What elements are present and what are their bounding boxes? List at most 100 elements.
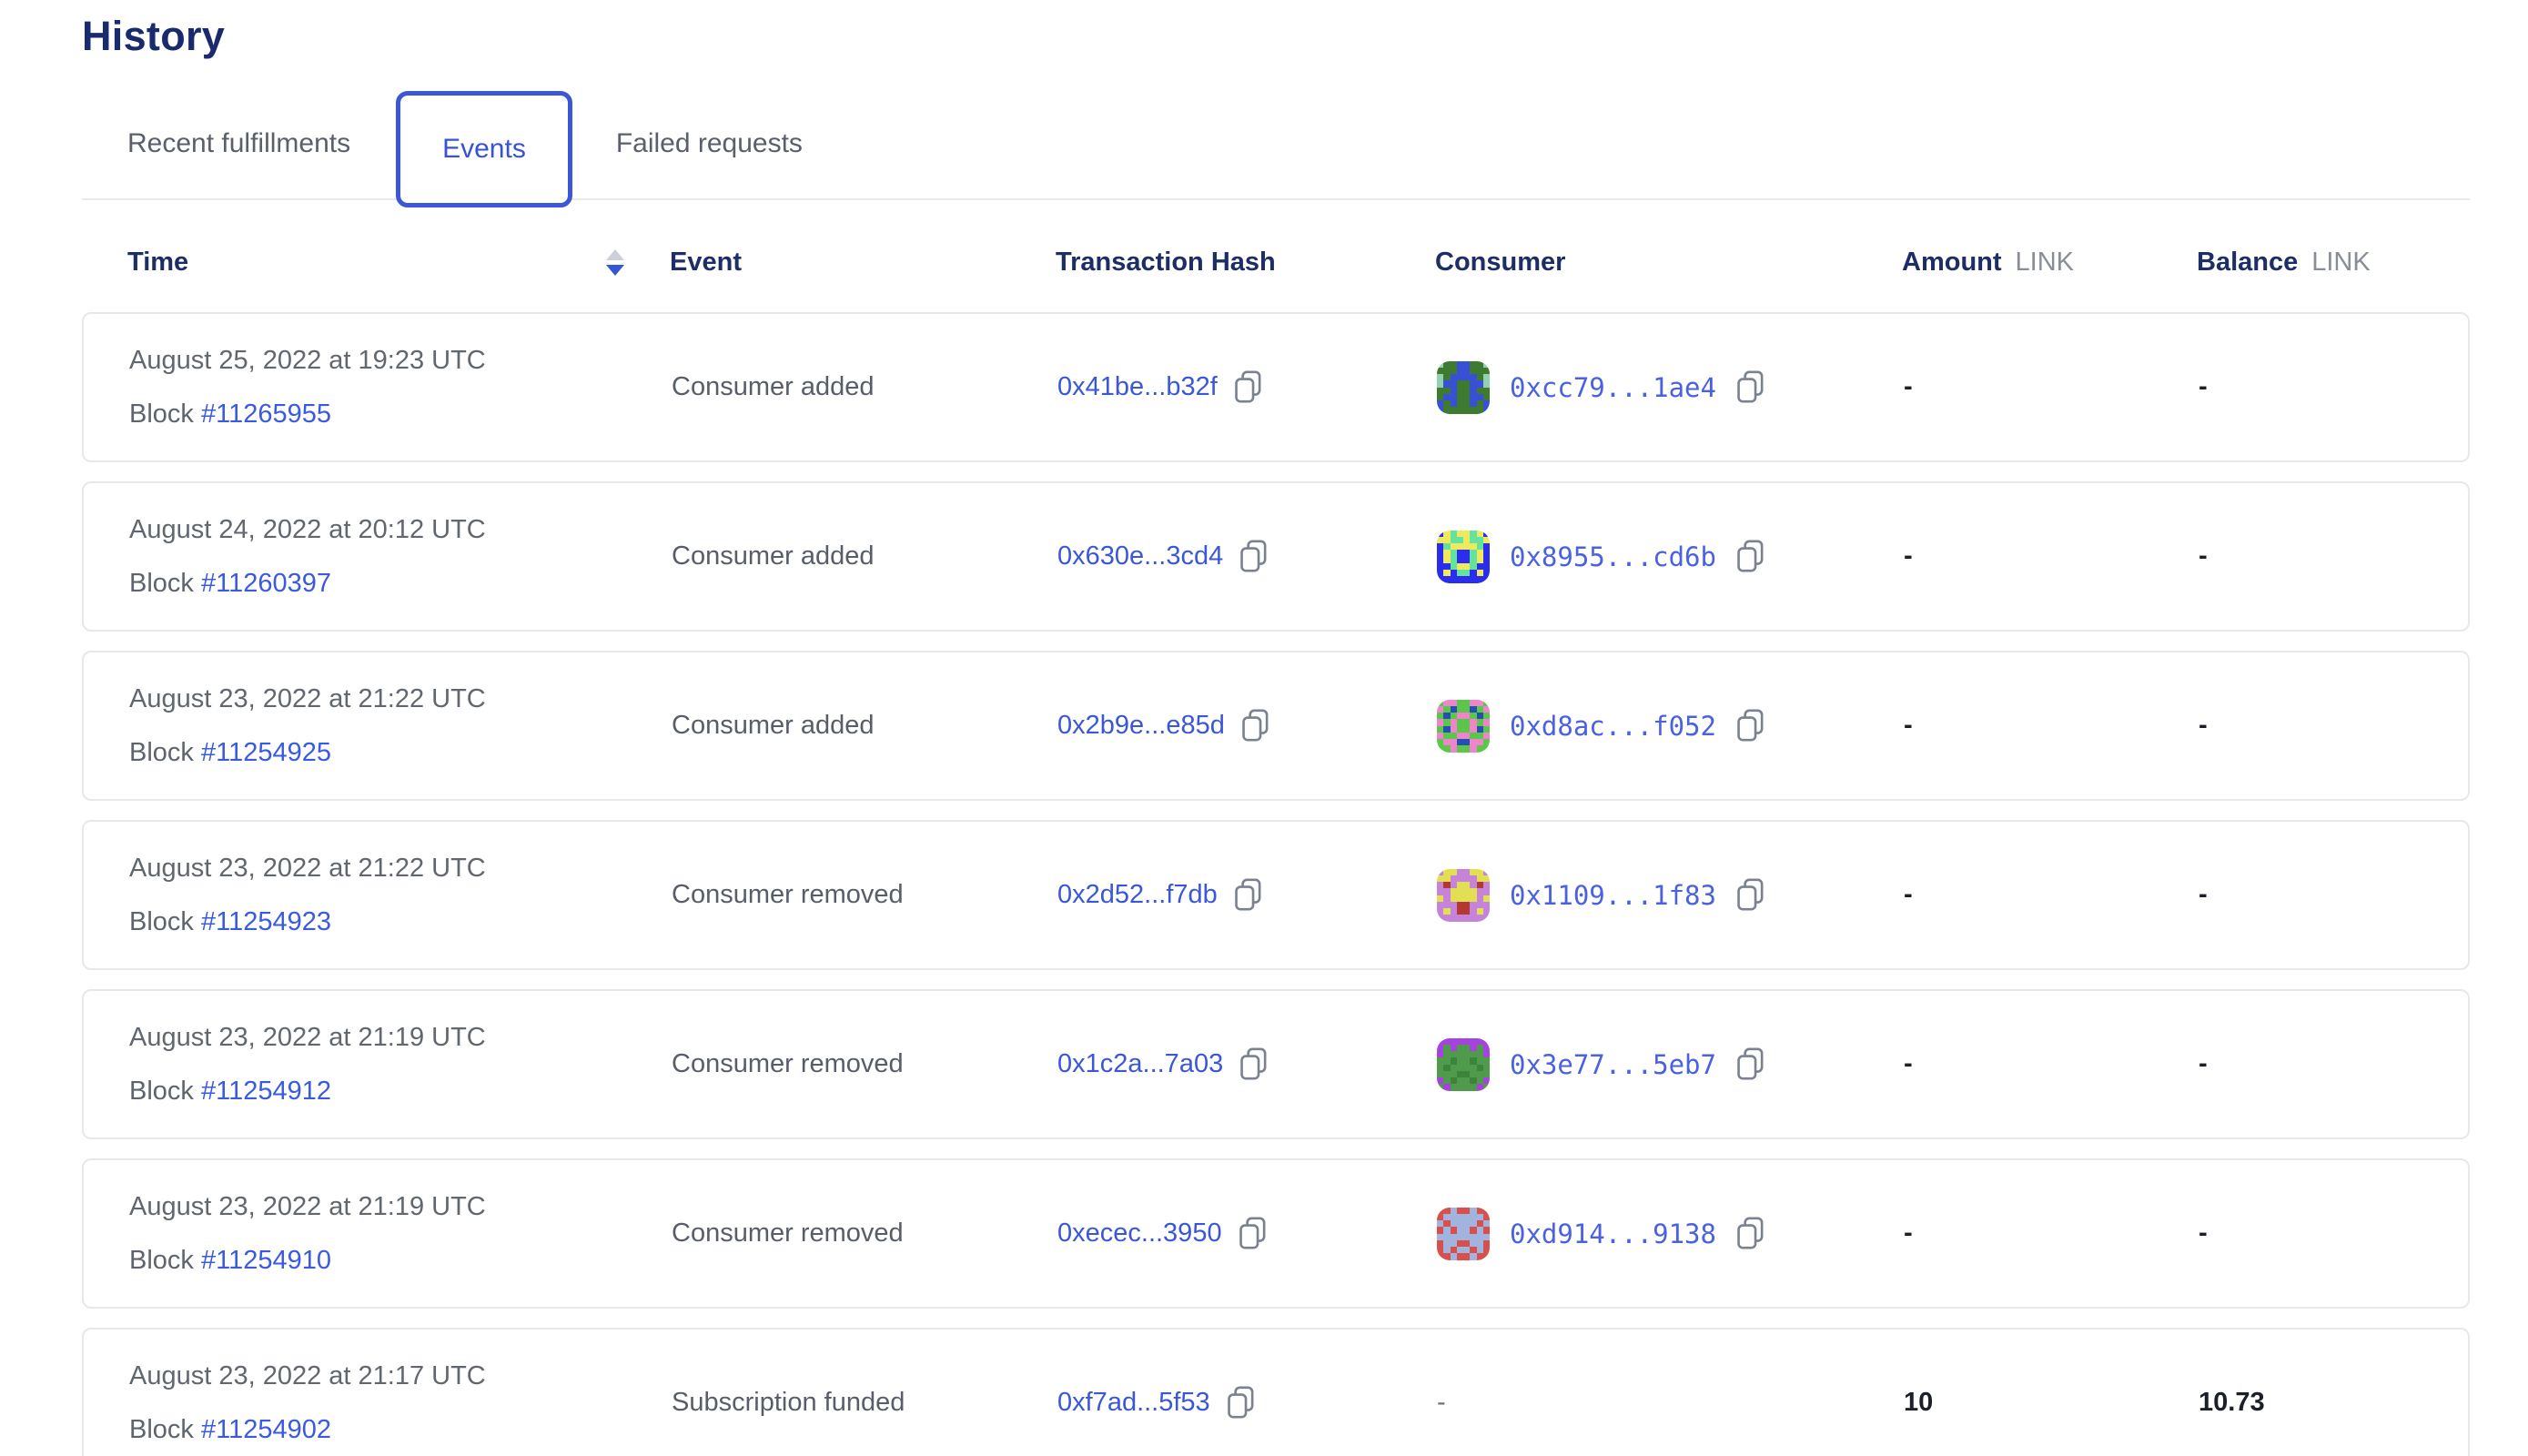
consumer-cell-filled: 0x3e77...5eb7 bbox=[1437, 1038, 1765, 1091]
consumer-cell: 0x1109...1f83 bbox=[1437, 869, 1904, 922]
consumer-cell: 0x3e77...5eb7 bbox=[1437, 1038, 1904, 1091]
block-label: Block bbox=[129, 1246, 194, 1275]
consumer-cell: 0xd914...9138 bbox=[1437, 1208, 1904, 1260]
table-row: August 25, 2022 at 19:23 UTC Block #1126… bbox=[84, 314, 2468, 460]
transaction-hash-cell: 0xf7ad...5f53 bbox=[1057, 1386, 1437, 1420]
block-line: Block #11265955 bbox=[129, 399, 672, 430]
event-timestamp: August 23, 2022 at 21:19 UTC bbox=[129, 1192, 672, 1222]
consumer-cell: 0xd8ac...f052 bbox=[1437, 700, 1904, 753]
copy-icon[interactable] bbox=[1239, 1047, 1268, 1081]
event-type: Consumer added bbox=[672, 541, 1057, 571]
block-line: Block #11254923 bbox=[129, 907, 672, 937]
amount-cell: - bbox=[1904, 880, 2199, 910]
event-type: Consumer added bbox=[672, 372, 1057, 402]
block-label: Block bbox=[129, 569, 194, 598]
event-timestamp: August 25, 2022 at 19:23 UTC bbox=[129, 346, 672, 376]
tab-events[interactable]: Events bbox=[396, 91, 572, 207]
sort-control[interactable] bbox=[606, 249, 624, 276]
column-header-balance: Balance LINK bbox=[2197, 248, 2470, 278]
event-row-card: August 23, 2022 at 21:19 UTC Block #1125… bbox=[82, 989, 2470, 1139]
transaction-hash-link[interactable]: 0xf7ad...5f53 bbox=[1057, 1388, 1210, 1418]
consumer-avatar bbox=[1437, 869, 1490, 922]
copy-icon[interactable] bbox=[1736, 878, 1765, 912]
event-type: Consumer removed bbox=[672, 1049, 1057, 1079]
event-type: Consumer removed bbox=[672, 880, 1057, 910]
sort-desc-icon bbox=[606, 265, 624, 276]
transaction-hash-cell: 0x2d52...f7db bbox=[1057, 878, 1437, 912]
block-line: Block #11254912 bbox=[129, 1077, 672, 1107]
consumer-address-link[interactable]: 0x8955...cd6b bbox=[1510, 541, 1716, 572]
block-number-link[interactable]: #11260397 bbox=[201, 569, 331, 598]
balance-cell: - bbox=[2199, 372, 2472, 402]
block-number-link[interactable]: #11254910 bbox=[201, 1246, 331, 1275]
time-cell: August 23, 2022 at 21:19 UTC Block #1125… bbox=[84, 1192, 672, 1276]
table-row: August 23, 2022 at 21:22 UTC Block #1125… bbox=[84, 652, 2468, 799]
copy-icon[interactable] bbox=[1241, 709, 1269, 743]
event-timestamp: August 23, 2022 at 21:22 UTC bbox=[129, 684, 672, 714]
event-timestamp: August 23, 2022 at 21:22 UTC bbox=[129, 854, 672, 884]
block-number-link[interactable]: #11254902 bbox=[201, 1415, 331, 1444]
consumer-avatar bbox=[1437, 361, 1490, 414]
balance-cell: - bbox=[2199, 541, 2472, 571]
consumer-cell: 0x8955...cd6b bbox=[1437, 531, 1904, 583]
tab-failed-requests[interactable]: Failed requests bbox=[592, 90, 826, 197]
time-cell: August 23, 2022 at 21:19 UTC Block #1125… bbox=[84, 1023, 672, 1107]
block-line: Block #11260397 bbox=[129, 569, 672, 599]
copy-icon[interactable] bbox=[1239, 540, 1268, 573]
consumer-address-link[interactable]: 0xd8ac...f052 bbox=[1510, 711, 1716, 742]
block-number-link[interactable]: #11254925 bbox=[201, 738, 331, 767]
tab-recent-fulfillments[interactable]: Recent fulfillments bbox=[82, 90, 374, 197]
consumer-address-link[interactable]: 0xd914...9138 bbox=[1510, 1218, 1716, 1249]
copy-icon[interactable] bbox=[1736, 370, 1765, 404]
consumer-avatar bbox=[1437, 531, 1490, 583]
consumer-address-link[interactable]: 0x3e77...5eb7 bbox=[1510, 1049, 1716, 1080]
column-header-time[interactable]: Time bbox=[82, 248, 670, 278]
copy-icon[interactable] bbox=[1736, 540, 1765, 573]
event-row-card: August 25, 2022 at 19:23 UTC Block #1126… bbox=[82, 312, 2470, 462]
consumer-cell: 0xcc79...1ae4 bbox=[1437, 361, 1904, 414]
history-page: History Recent fulfillments Events Faile… bbox=[0, 0, 2528, 1456]
block-number-link[interactable]: #11254912 bbox=[201, 1077, 331, 1106]
block-number-link[interactable]: #11265955 bbox=[201, 399, 331, 429]
block-line: Block #11254902 bbox=[129, 1415, 672, 1445]
event-type: Consumer removed bbox=[672, 1218, 1057, 1249]
copy-icon[interactable] bbox=[1239, 1217, 1267, 1250]
consumer-avatar bbox=[1437, 1038, 1490, 1091]
copy-icon[interactable] bbox=[1234, 370, 1262, 404]
event-row-card: August 24, 2022 at 20:12 UTC Block #1126… bbox=[82, 481, 2470, 632]
copy-icon[interactable] bbox=[1736, 1217, 1765, 1250]
event-timestamp: August 23, 2022 at 21:17 UTC bbox=[129, 1361, 672, 1391]
history-table-body: August 25, 2022 at 19:23 UTC Block #1126… bbox=[82, 312, 2470, 1456]
transaction-hash-link[interactable]: 0xecec...3950 bbox=[1057, 1218, 1222, 1249]
copy-icon[interactable] bbox=[1736, 709, 1765, 743]
consumer-address-link[interactable]: 0x1109...1f83 bbox=[1510, 880, 1716, 911]
event-type: Subscription funded bbox=[672, 1388, 1057, 1418]
column-header-amount: Amount LINK bbox=[1902, 248, 2197, 278]
consumer-cell-filled: 0xd8ac...f052 bbox=[1437, 700, 1765, 753]
transaction-hash-link[interactable]: 0x630e...3cd4 bbox=[1057, 541, 1223, 571]
time-cell: August 24, 2022 at 20:12 UTC Block #1126… bbox=[84, 515, 672, 599]
block-label: Block bbox=[129, 1415, 194, 1444]
consumer-address-link[interactable]: 0xcc79...1ae4 bbox=[1510, 372, 1716, 403]
copy-icon[interactable] bbox=[1234, 878, 1262, 912]
amount-cell: - bbox=[1904, 541, 2199, 571]
transaction-hash-link[interactable]: 0x2d52...f7db bbox=[1057, 880, 1218, 910]
balance-unit-label: LINK bbox=[2311, 248, 2370, 278]
time-cell: August 23, 2022 at 21:22 UTC Block #1125… bbox=[84, 684, 672, 768]
event-row-card: August 23, 2022 at 21:19 UTC Block #1125… bbox=[82, 1158, 2470, 1309]
block-number-link[interactable]: #11254923 bbox=[201, 907, 331, 936]
amount-unit-label: LINK bbox=[2016, 248, 2074, 278]
copy-icon[interactable] bbox=[1736, 1047, 1765, 1081]
transaction-hash-link[interactable]: 0x1c2a...7a03 bbox=[1057, 1049, 1223, 1079]
consumer-avatar bbox=[1437, 700, 1490, 753]
transaction-hash-link[interactable]: 0x41be...b32f bbox=[1057, 372, 1218, 402]
transaction-hash-cell: 0x630e...3cd4 bbox=[1057, 540, 1437, 573]
consumer-cell-filled: 0x1109...1f83 bbox=[1437, 869, 1765, 922]
table-row: August 24, 2022 at 20:12 UTC Block #1126… bbox=[84, 483, 2468, 630]
transaction-hash-link[interactable]: 0x2b9e...e85d bbox=[1057, 711, 1225, 741]
event-timestamp: August 24, 2022 at 20:12 UTC bbox=[129, 515, 672, 545]
copy-icon[interactable] bbox=[1227, 1386, 1255, 1420]
block-label: Block bbox=[129, 1077, 194, 1106]
time-cell: August 25, 2022 at 19:23 UTC Block #1126… bbox=[84, 346, 672, 430]
transaction-hash-cell: 0x2b9e...e85d bbox=[1057, 709, 1437, 743]
